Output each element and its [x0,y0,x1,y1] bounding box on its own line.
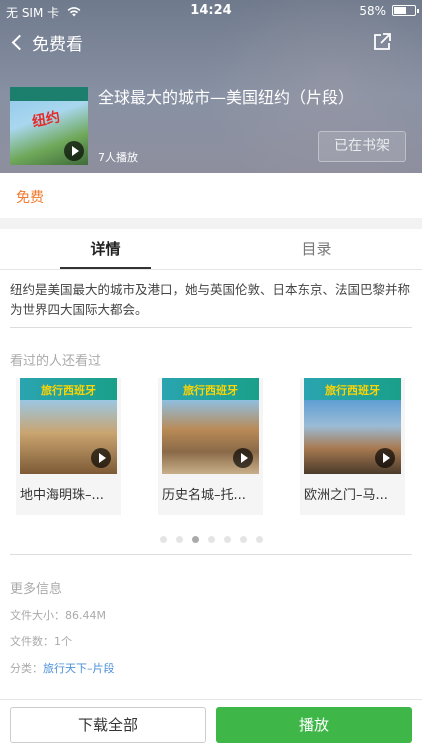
recommend-card[interactable]: 旅行西班牙 历史名城–托... [158,378,263,515]
album-description: 纽约是美国最大的城市及港口，她与英国伦敦、日本东京、法国巴黎并称为世界四大国际大… [10,282,411,317]
details-panel: 纽约是美国最大的城市及港口，她与英国伦敦、日本东京、法国巴黎并称为世界四大国际大… [0,269,422,699]
battery-icon [392,5,419,16]
tab-catalog[interactable]: 目录 [211,229,422,269]
bookshelf-button[interactable]: 已在书架 [318,131,406,162]
recommend-title: 历史名城–托... [162,488,246,503]
thumb-banner: 旅行西班牙 [304,378,401,400]
play-icon[interactable] [233,448,253,468]
thumb-banner: 旅行西班牙 [20,378,117,400]
play-icon[interactable] [375,448,395,468]
battery-level [394,7,406,14]
page-indicator [0,536,422,544]
play-button[interactable]: 播放 [216,707,412,743]
recommend-heading: 看过的人还看过 [10,354,102,369]
page-dot[interactable] [176,536,183,543]
more-info-heading: 更多信息 [10,582,63,597]
recommend-thumbnail: 旅行西班牙 [20,378,117,474]
page-dot[interactable] [240,536,247,543]
nav-bar: 免费看 [0,28,422,60]
recommend-title: 地中海明珠–... [20,488,104,503]
thumb-banner-text: 旅行西班牙 [325,384,380,397]
cover-stripe [10,87,88,101]
play-icon[interactable] [64,141,84,161]
chevron-left-icon [11,34,28,51]
page-dot[interactable] [192,536,199,543]
play-icon[interactable] [91,448,111,468]
back-button[interactable]: 免费看 [10,30,83,55]
divider [10,554,412,555]
recommend-thumbnail: 旅行西班牙 [304,378,401,474]
battery-percent: 58% [359,4,386,18]
price-bar: 免费 [0,173,422,218]
album-cover[interactable]: 纽约 [10,87,88,165]
download-all-button[interactable]: 下载全部 [10,707,206,743]
cover-text: 纽约 [30,109,62,131]
recommend-thumbnail: 旅行西班牙 [162,378,259,474]
thumb-banner: 旅行西班牙 [162,378,259,400]
thumb-banner-text: 旅行西班牙 [41,384,96,397]
page-dot[interactable] [160,536,167,543]
file-count: 文件数：1个 [10,635,72,648]
category-link[interactable]: 旅行天下–片段 [43,662,115,675]
share-icon[interactable] [372,32,392,52]
recommend-card[interactable]: 旅行西班牙 地中海明珠–... [16,378,121,515]
thumb-banner-text: 旅行西班牙 [183,384,238,397]
back-label: 免费看 [32,35,83,55]
page-dot[interactable] [224,536,231,543]
price-label: 免费 [16,190,44,206]
play-count: 7人播放 [98,151,138,164]
file-size: 文件大小：86.44M [10,609,106,622]
category-row: 分类：旅行天下–片段 [10,660,115,676]
category-label: 分类： [10,662,43,675]
recommend-title: 欧洲之门–马... [304,488,388,503]
tab-details[interactable]: 详情 [0,229,211,269]
page-dot[interactable] [256,536,263,543]
page-dot[interactable] [208,536,215,543]
header-banner: 无 SIM 卡 14:24 58% 免费看 纽约 全球最大的城市—美国纽约（片段… [0,0,422,173]
status-bar: 无 SIM 卡 14:24 58% [0,0,422,22]
divider [10,327,412,328]
album-title: 全球最大的城市—美国纽约（片段） [98,88,355,107]
action-bar: 下载全部 播放 [0,699,422,750]
recommend-card[interactable]: 旅行西班牙 欧洲之门–马... [300,378,405,515]
tab-bar: 详情 目录 [0,229,422,269]
